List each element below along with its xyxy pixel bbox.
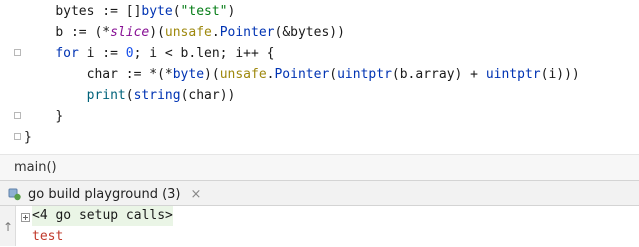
- code-line[interactable]: }: [24, 127, 32, 148]
- fold-marker-icon[interactable]: [14, 112, 21, 119]
- editor-gutter: [0, 0, 21, 154]
- code-token: bytes := []: [55, 4, 142, 19]
- output-line: test: [32, 229, 64, 244]
- code-token: }: [24, 130, 32, 145]
- tab-run-config[interactable]: go build playground (3) ×: [8, 184, 201, 204]
- run-tool-window-tabs: go build playground (3) ×: [0, 180, 639, 206]
- code-editor[interactable]: bytes := []byte("test") b := (*slice)(un…: [0, 0, 639, 154]
- code-token: byte: [172, 67, 205, 82]
- code-line[interactable]: char := *(*byte)(unsafe.Pointer(uintptr(…: [24, 64, 580, 85]
- code-token: print: [86, 88, 126, 103]
- code-token: (i))): [540, 67, 580, 82]
- code-token: .: [211, 25, 220, 40]
- code-token: ): [227, 4, 236, 19]
- close-icon[interactable]: ×: [191, 187, 202, 202]
- code-token: Pointer: [274, 67, 330, 82]
- code-line[interactable]: print(string(char)): [24, 85, 236, 106]
- run-config-icon: [8, 187, 22, 201]
- console-output[interactable]: ↑ <4 go setup calls> test: [0, 206, 639, 246]
- console-gutter: ↑: [0, 206, 16, 246]
- breadcrumb-bar: main(): [0, 154, 639, 180]
- code-token: Pointer: [219, 25, 275, 40]
- code-token: (char)): [180, 88, 236, 103]
- tab-label: go build playground (3): [28, 186, 181, 202]
- scroll-up-icon[interactable]: ↑: [3, 220, 13, 234]
- code-token: (: [329, 67, 338, 82]
- code-token: )(: [204, 67, 220, 82]
- code-token: slice: [110, 25, 150, 40]
- code-token: for: [55, 46, 79, 61]
- code-token: unsafe: [219, 67, 267, 82]
- code-token: (b.array) +: [391, 67, 486, 82]
- code-token: uintptr: [485, 67, 541, 82]
- code-line[interactable]: for i := 0; i < b.len; i++ {: [24, 43, 274, 64]
- code-token: unsafe: [164, 25, 212, 40]
- code-token: byte: [141, 4, 173, 19]
- code-token: ; i < b.len; i++ {: [133, 46, 275, 61]
- code-token: (: [125, 88, 134, 103]
- setup-calls-line[interactable]: <4 go setup calls>: [32, 206, 173, 226]
- code-token: uintptr: [337, 67, 392, 82]
- code-token: }: [55, 109, 64, 124]
- code-token: string: [133, 88, 181, 103]
- expand-icon[interactable]: [21, 213, 30, 222]
- code-token: char := *(*: [86, 67, 173, 82]
- code-token: i :=: [78, 46, 126, 61]
- code-token: "test": [180, 4, 228, 19]
- code-line[interactable]: }: [24, 106, 63, 127]
- code-line[interactable]: b := (*slice)(unsafe.Pointer(&bytes)): [24, 22, 345, 43]
- code-token: (: [172, 4, 181, 19]
- code-token: 0: [125, 46, 134, 61]
- code-token: )(: [149, 25, 165, 40]
- code-line[interactable]: bytes := []byte("test"): [24, 1, 235, 22]
- breadcrumb[interactable]: main(): [14, 160, 57, 175]
- fold-marker-icon[interactable]: [14, 49, 21, 56]
- fold-marker-icon[interactable]: [14, 133, 21, 140]
- code-token: b := (*: [55, 25, 111, 40]
- code-token: (&bytes)): [274, 25, 345, 40]
